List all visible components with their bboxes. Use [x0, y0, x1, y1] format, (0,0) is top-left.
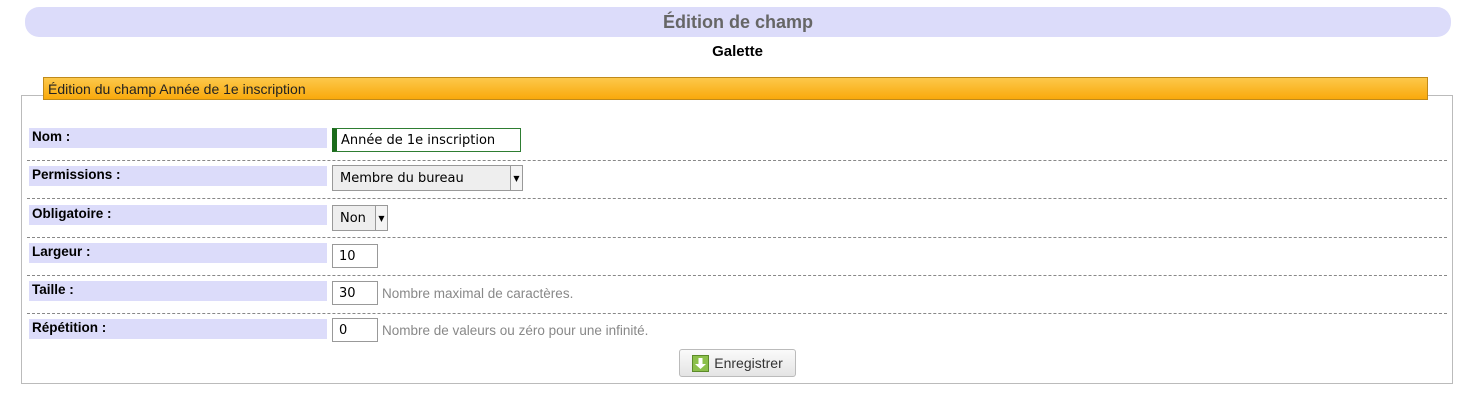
download-icon: [692, 354, 710, 372]
nom-input[interactable]: Année de 1e inscription: [332, 128, 521, 152]
chevron-down-icon[interactable]: ▼: [510, 166, 522, 190]
form-row-largeur: Largeur : 10: [27, 237, 1447, 276]
permissions-label: Permissions :: [29, 166, 327, 186]
panel-legend-text: Édition du champ Année de 1e inscription: [48, 80, 306, 97]
taille-hint: Nombre maximal de caractères.: [382, 286, 574, 301]
taille-input-value: 30: [339, 285, 356, 301]
save-button[interactable]: Enregistrer: [679, 349, 796, 377]
panel-legend: Édition du champ Année de 1e inscription: [43, 77, 1428, 100]
repetition-field-wrap: 0: [332, 318, 378, 342]
repetition-hint: Nombre de valeurs ou zéro pour une infin…: [382, 323, 649, 338]
nom-field-wrap: Année de 1e inscription: [332, 128, 521, 152]
nom-input-value: Année de 1e inscription: [341, 132, 496, 148]
form-row-repetition: Répétition : 0 Nombre de valeurs ou zéro…: [27, 313, 1447, 351]
permissions-select-value: Membre du bureau: [340, 170, 464, 186]
repetition-input[interactable]: 0: [332, 318, 378, 342]
site-name: Galette: [712, 43, 763, 60]
permissions-select[interactable]: Membre du bureau ▼: [332, 165, 523, 191]
page-title-bar: Édition de champ: [25, 7, 1451, 37]
form-row-taille: Taille : 30 Nombre maximal de caractères…: [27, 275, 1447, 314]
nom-label: Nom :: [29, 128, 327, 148]
permissions-field-wrap: Membre du bureau ▼: [332, 165, 523, 191]
largeur-label: Largeur :: [29, 243, 327, 263]
taille-label: Taille :: [29, 281, 327, 301]
form-row-nom: Nom : Année de 1e inscription: [27, 122, 1447, 161]
form-row-permissions: Permissions : Membre du bureau ▼: [27, 160, 1447, 199]
taille-field-wrap: 30: [332, 281, 378, 305]
largeur-input[interactable]: 10: [332, 244, 378, 268]
obligatoire-select[interactable]: Non ▼: [332, 205, 388, 231]
obligatoire-select-value: Non: [340, 210, 366, 226]
form-row-obligatoire: Obligatoire : Non ▼: [27, 199, 1447, 238]
largeur-input-value: 10: [339, 248, 356, 264]
largeur-field-wrap: 10: [332, 244, 378, 268]
chevron-down-icon[interactable]: ▼: [375, 206, 387, 230]
repetition-label: Répétition :: [29, 319, 327, 339]
page-title: Édition de champ: [662, 11, 813, 32]
save-button-label: Enregistrer: [714, 355, 783, 371]
taille-input[interactable]: 30: [332, 281, 378, 305]
obligatoire-field-wrap: Non ▼: [332, 205, 388, 231]
obligatoire-label: Obligatoire :: [29, 205, 327, 225]
repetition-input-value: 0: [339, 322, 348, 338]
